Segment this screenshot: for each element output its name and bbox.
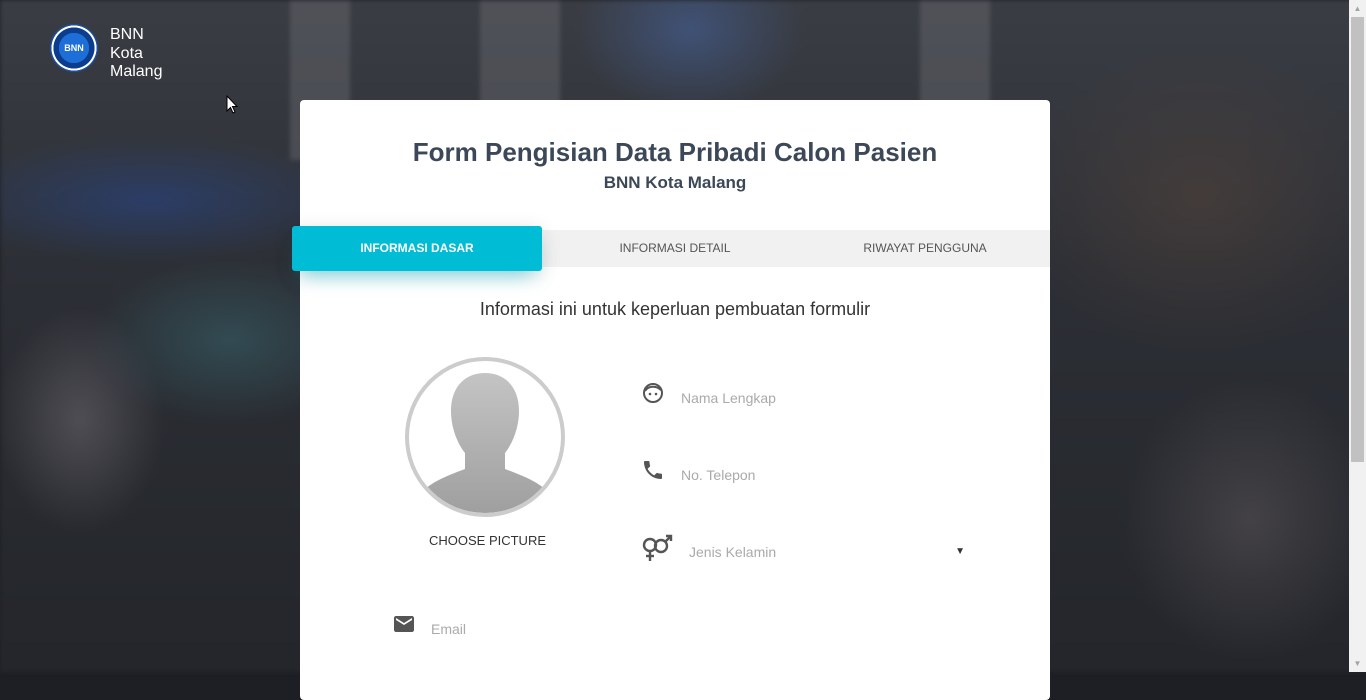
page-subtitle: BNN Kota Malang [603,173,747,192]
mouse-cursor-icon [226,95,238,114]
nama-lengkap-input-wrap [681,384,971,412]
jenis-kelamin-select[interactable]: Jenis Kelamin ▼ [689,538,971,566]
brand-name-line: Kota [110,44,143,62]
tab-bar: INFORMASI DETAIL RIWAYAT PENGGUNA INFORM… [292,226,1050,271]
phone-icon [644,461,662,479]
person-placeholder-icon [423,373,547,513]
brand-name: BNN Kota Malang [110,26,162,82]
scroll-up-arrow-icon[interactable]: ▲ [1349,0,1366,17]
email-input-wrap [431,615,971,643]
brand-name-line: Malang [110,63,163,80]
form-card: Form Pengisian Data Pribadi Calon Pasien… [292,100,1050,700]
choose-picture-button[interactable]: CHOOSE PICTURE [405,533,570,548]
tab-informasi-detail[interactable]: INFORMASI DETAIL [550,230,800,267]
page-title: Form Pengisian Data Pribadi Calon Pasien [412,137,938,167]
brand-name-line: BNN [110,26,144,43]
telepon-input-wrap [681,461,971,489]
brand[interactable]: BNN BNN Kota Malang [50,24,162,82]
face-icon [643,383,663,403]
avatar-picture[interactable] [405,357,565,517]
nama-lengkap-input[interactable] [681,384,971,412]
email-input[interactable] [431,615,971,643]
bnn-logo: BNN [50,24,98,72]
no-telepon-input[interactable] [681,461,971,489]
gender-icon [642,534,673,561]
mail-icon [394,616,414,632]
tab-informasi-dasar[interactable]: INFORMASI DASAR [292,226,542,271]
dropdown-caret-icon: ▼ [955,546,965,557]
scrollbar-thumb[interactable] [1351,17,1364,462]
page-scrollbar[interactable]: ▲ ▼ [1349,0,1366,672]
tab-riwayat-pengguna[interactable]: RIWAYAT PENGGUNA [800,230,1050,267]
jenis-kelamin-placeholder: Jenis Kelamin [689,544,777,560]
info-text: Informasi ini untuk keperluan pembuatan … [479,299,871,319]
scroll-down-arrow-icon[interactable]: ▼ [1349,655,1366,672]
